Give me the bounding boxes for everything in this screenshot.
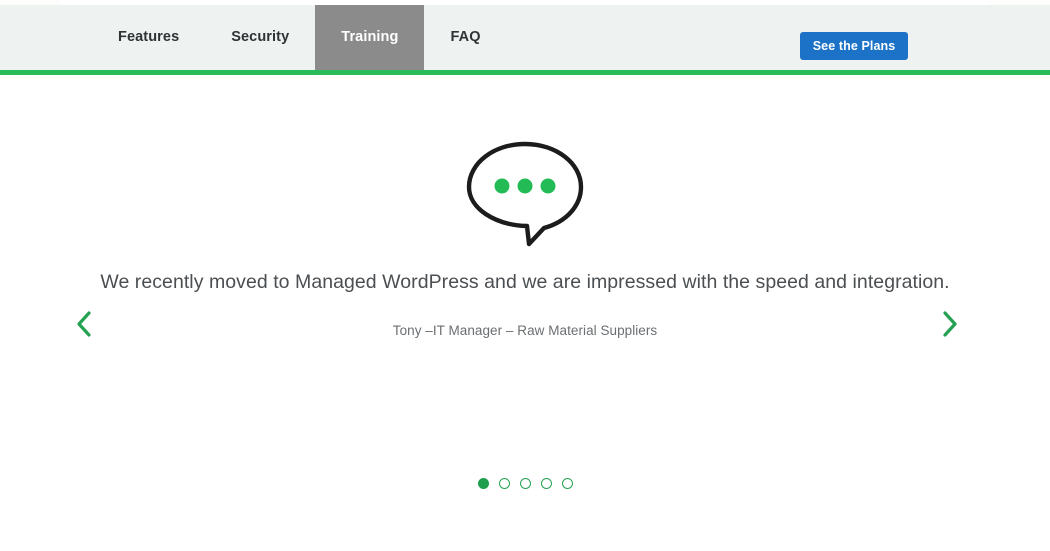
carousel-dot-4[interactable] <box>540 478 552 489</box>
carousel-dot-3[interactable] <box>519 478 531 489</box>
carousel-dot-1[interactable] <box>477 478 489 489</box>
speech-bubble-icon <box>466 141 584 247</box>
bubble-dot-3 <box>540 178 556 194</box>
carousel-prev-button[interactable] <box>63 303 105 345</box>
nav-item-label: Training <box>341 29 399 46</box>
nav-item-faq[interactable]: FAQ <box>424 5 506 70</box>
carousel-next-button[interactable] <box>929 303 971 345</box>
bubble-dot-2 <box>517 178 533 194</box>
testimonial-author: Tony –IT Manager – Raw Material Supplier… <box>392 323 658 338</box>
chevron-right-icon <box>943 311 957 337</box>
bubble-dot-1 <box>494 178 510 194</box>
see-the-plans-button[interactable]: See the Plans <box>800 32 908 60</box>
chevron-left-icon <box>77 311 91 337</box>
carousel-pagination <box>0 478 1050 489</box>
carousel-dot-2[interactable] <box>498 478 510 489</box>
testimonial-quote: We recently moved to Managed WordPress a… <box>100 271 950 293</box>
nav-item-label: FAQ <box>450 29 481 46</box>
nav-item-features[interactable]: Features <box>92 5 205 70</box>
nav-item-training[interactable]: Training <box>315 5 425 70</box>
nav-item-security[interactable]: Security <box>205 5 315 70</box>
nav-item-label: Security <box>231 29 290 46</box>
testimonial-carousel: We recently moved to Managed WordPress a… <box>0 75 1050 551</box>
see-the-plans-label: See the Plans <box>812 39 896 53</box>
carousel-dot-5[interactable] <box>561 478 573 489</box>
nav-item-label: Features <box>118 29 180 46</box>
nav-item-list: Features Security Training FAQ <box>0 5 507 70</box>
section-navbar: Features Security Training FAQ See the P… <box>0 5 1050 70</box>
speech-bubble-wrapper <box>0 140 1050 255</box>
